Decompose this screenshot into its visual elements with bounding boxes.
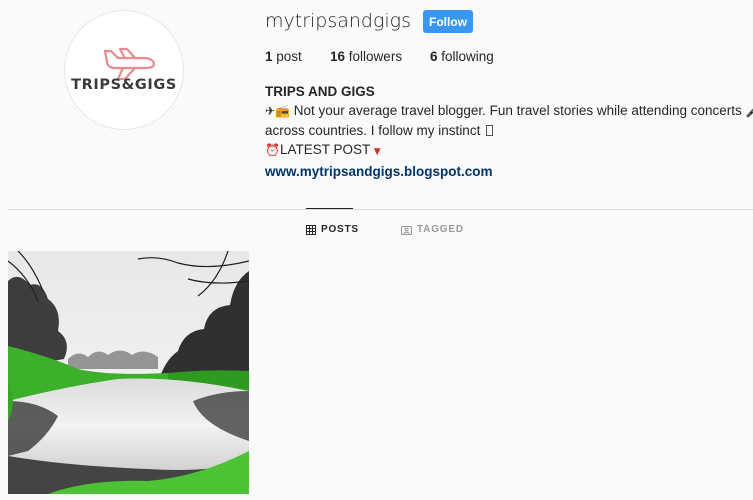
bio-website-link[interactable]: www.mytripsandgigs.blogspot.com	[265, 164, 493, 179]
following-link[interactable]: 6 following	[430, 49, 494, 64]
followers-link[interactable]: 16 followers	[330, 49, 402, 64]
followers-count: 16	[330, 49, 346, 64]
follow-button[interactable]: Follow	[423, 10, 473, 33]
post-thumbnail[interactable]	[8, 251, 249, 494]
tab-posts[interactable]: POSTS	[306, 224, 359, 235]
following-label: following	[441, 49, 494, 64]
following-count: 6	[430, 49, 438, 64]
tab-posts-label: POSTS	[321, 224, 359, 235]
bio-name: TRIPS AND GIGS	[265, 84, 375, 99]
tagged-icon	[401, 225, 412, 235]
airplane-icon	[103, 47, 156, 81]
posts-count: 1	[265, 49, 273, 64]
followers-label: followers	[348, 49, 403, 64]
profile-bio: TRIPS AND GIGS ✈📻 Not your average trave…	[265, 82, 753, 181]
bio-line-3: ⏰LATEST POST ▼	[265, 140, 745, 162]
profile-avatar[interactable]: TRIPS&GIGS	[64, 10, 184, 130]
bio-line-3-text: LATEST POST	[279, 142, 374, 157]
posts-count-stat: 1 post	[265, 49, 302, 64]
grid-icon	[306, 224, 316, 235]
tab-tagged-label: TAGGED	[417, 224, 464, 235]
alarm-clock-emoji: ⏰	[265, 143, 280, 157]
profile-username: mytripsandgigs	[265, 10, 411, 32]
post-image	[8, 251, 249, 494]
tabs-divider	[8, 209, 753, 210]
bio-line-1: ✈📻 Not your average travel blogger. Fun …	[265, 101, 753, 121]
airplane-radio-emoji: ✈📻	[265, 104, 290, 118]
microphone-emoji: 🎤	[745, 104, 753, 118]
posts-label: post	[276, 49, 302, 64]
bio-line-1-text: Not your average travel blogger. Fun tra…	[290, 103, 746, 118]
missing-glyph-icon	[486, 125, 494, 136]
bio-line-2-text: across countries. I follow my instinct	[265, 123, 485, 138]
tab-tagged[interactable]: TAGGED	[401, 224, 464, 235]
avatar-logo-text: TRIPS&GIGS	[71, 77, 177, 93]
bio-line-2: across countries. I follow my instinct	[265, 121, 745, 140]
down-triangle-emoji: ▼	[373, 147, 381, 157]
active-tab-indicator	[306, 208, 353, 209]
